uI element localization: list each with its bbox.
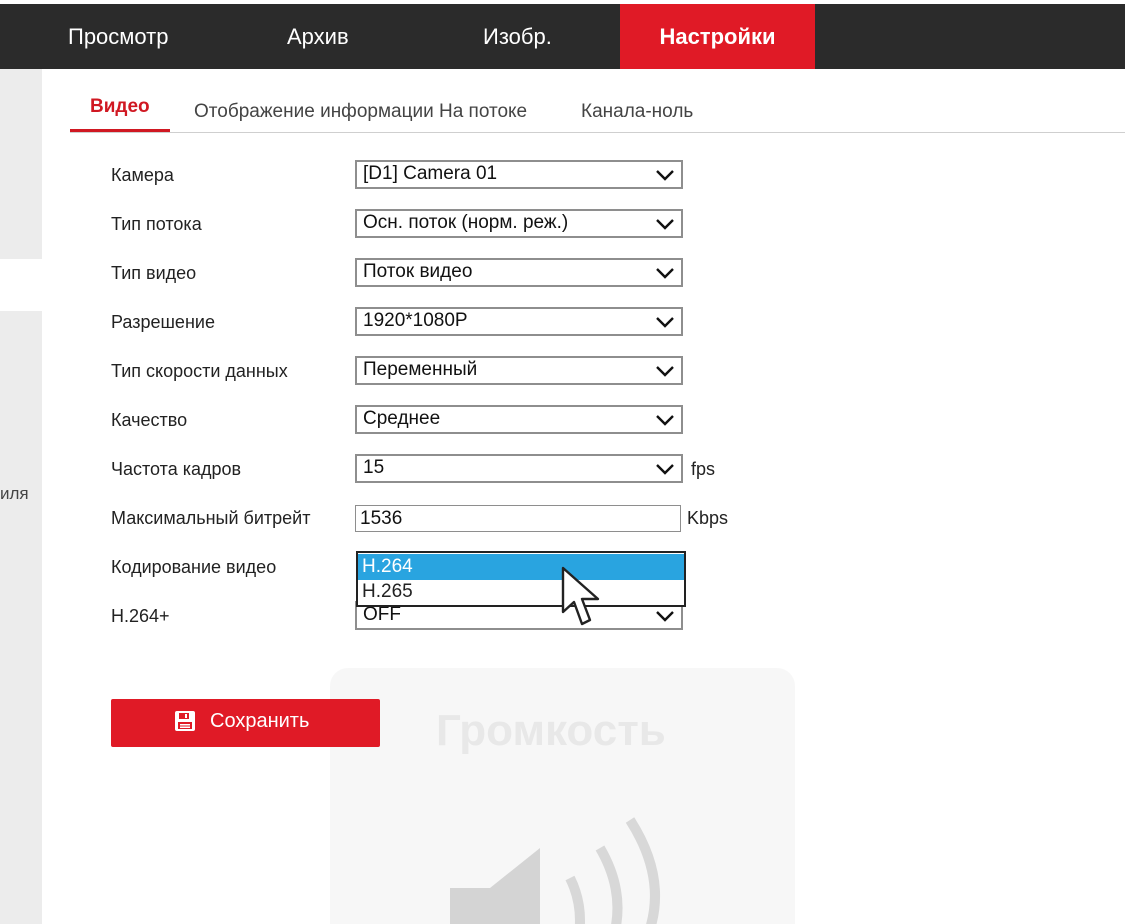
h264plus-select-value: OFF (363, 604, 401, 625)
encoding-option-h265[interactable]: H.265 (358, 579, 684, 605)
video-type-label: Тип видео (111, 263, 197, 283)
video-encoding-dropdown[interactable]: H.264 H.265 (356, 551, 686, 607)
tab-video[interactable]: Видео (90, 96, 150, 118)
sidebar-panel-top (0, 69, 42, 259)
frame-rate-label: Частота кадров (111, 459, 242, 479)
nav-item-preview[interactable]: Просмотр (68, 4, 168, 69)
sidebar-item-partial[interactable]: иля (0, 484, 29, 504)
bitrate-type-label: Тип скорости данных (111, 361, 288, 381)
chevron-down-icon (656, 219, 674, 230)
chevron-down-icon (656, 170, 674, 181)
quality-select-value: Среднее (363, 408, 441, 429)
h264plus-label: H.264+ (111, 606, 170, 626)
nav-item-image[interactable]: Изобр. (483, 4, 552, 69)
settings-page: Просмотр Архив Изобр. Настройки иля Виде… (0, 0, 1125, 924)
frame-rate-select[interactable]: 15 (355, 454, 683, 483)
volume-overlay: Громкость (330, 668, 795, 924)
stream-type-label: Тип потока (111, 214, 202, 234)
max-bitrate-label: Максимальный битрейт (111, 508, 311, 528)
stream-type-select[interactable]: Осн. поток (норм. реж.) (355, 209, 683, 238)
encoding-option-h264[interactable]: H.264 (358, 554, 684, 580)
save-icon (175, 711, 195, 731)
chevron-down-icon (656, 317, 674, 328)
video-type-select-value: Поток видео (363, 261, 473, 282)
resolution-select[interactable]: 1920*1080P (355, 307, 683, 336)
save-button-label: Сохранить (210, 710, 310, 732)
nav-item-archive[interactable]: Архив (287, 4, 349, 69)
video-encoding-label: Кодирование видео (111, 557, 277, 577)
chevron-down-icon (656, 464, 674, 475)
sidebar-panel-bottom (0, 311, 42, 924)
top-nav-bar: Просмотр Архив Изобр. Настройки (0, 4, 1125, 69)
tab-osd-info[interactable]: Отображение информации На потоке (194, 101, 527, 123)
mouse-pointer-icon (561, 566, 600, 626)
camera-label: Камера (111, 165, 174, 185)
resolution-select-value: 1920*1080P (363, 310, 468, 331)
video-type-select[interactable]: Поток видео (355, 258, 683, 287)
tab-channel-zero[interactable]: Канала-ноль (581, 101, 693, 123)
chevron-down-icon (656, 268, 674, 279)
max-bitrate-input[interactable]: 1536 (355, 505, 681, 532)
volume-icon (450, 817, 660, 924)
quality-label: Качество (111, 410, 188, 430)
stream-type-select-value: Осн. поток (норм. реж.) (363, 212, 569, 233)
chevron-down-icon (656, 415, 674, 426)
camera-select-value: [D1] Camera 01 (363, 163, 498, 184)
frame-rate-select-value: 15 (363, 457, 385, 478)
chevron-down-icon (656, 366, 674, 377)
bitrate-type-select-value: Переменный (363, 359, 478, 380)
bitrate-type-select[interactable]: Переменный (355, 356, 683, 385)
nav-item-settings[interactable]: Настройки (620, 4, 815, 69)
camera-select[interactable]: [D1] Camera 01 (355, 160, 683, 189)
quality-select[interactable]: Среднее (355, 405, 683, 434)
active-tab-underline (70, 129, 170, 132)
frame-rate-unit: fps (691, 459, 716, 479)
chevron-down-icon (656, 611, 674, 622)
tabs-divider (70, 132, 1125, 133)
resolution-label: Разрешение (111, 312, 215, 332)
save-button[interactable]: Сохранить (111, 699, 380, 747)
volume-title: Громкость (436, 706, 666, 755)
max-bitrate-unit: Kbps (687, 508, 729, 528)
